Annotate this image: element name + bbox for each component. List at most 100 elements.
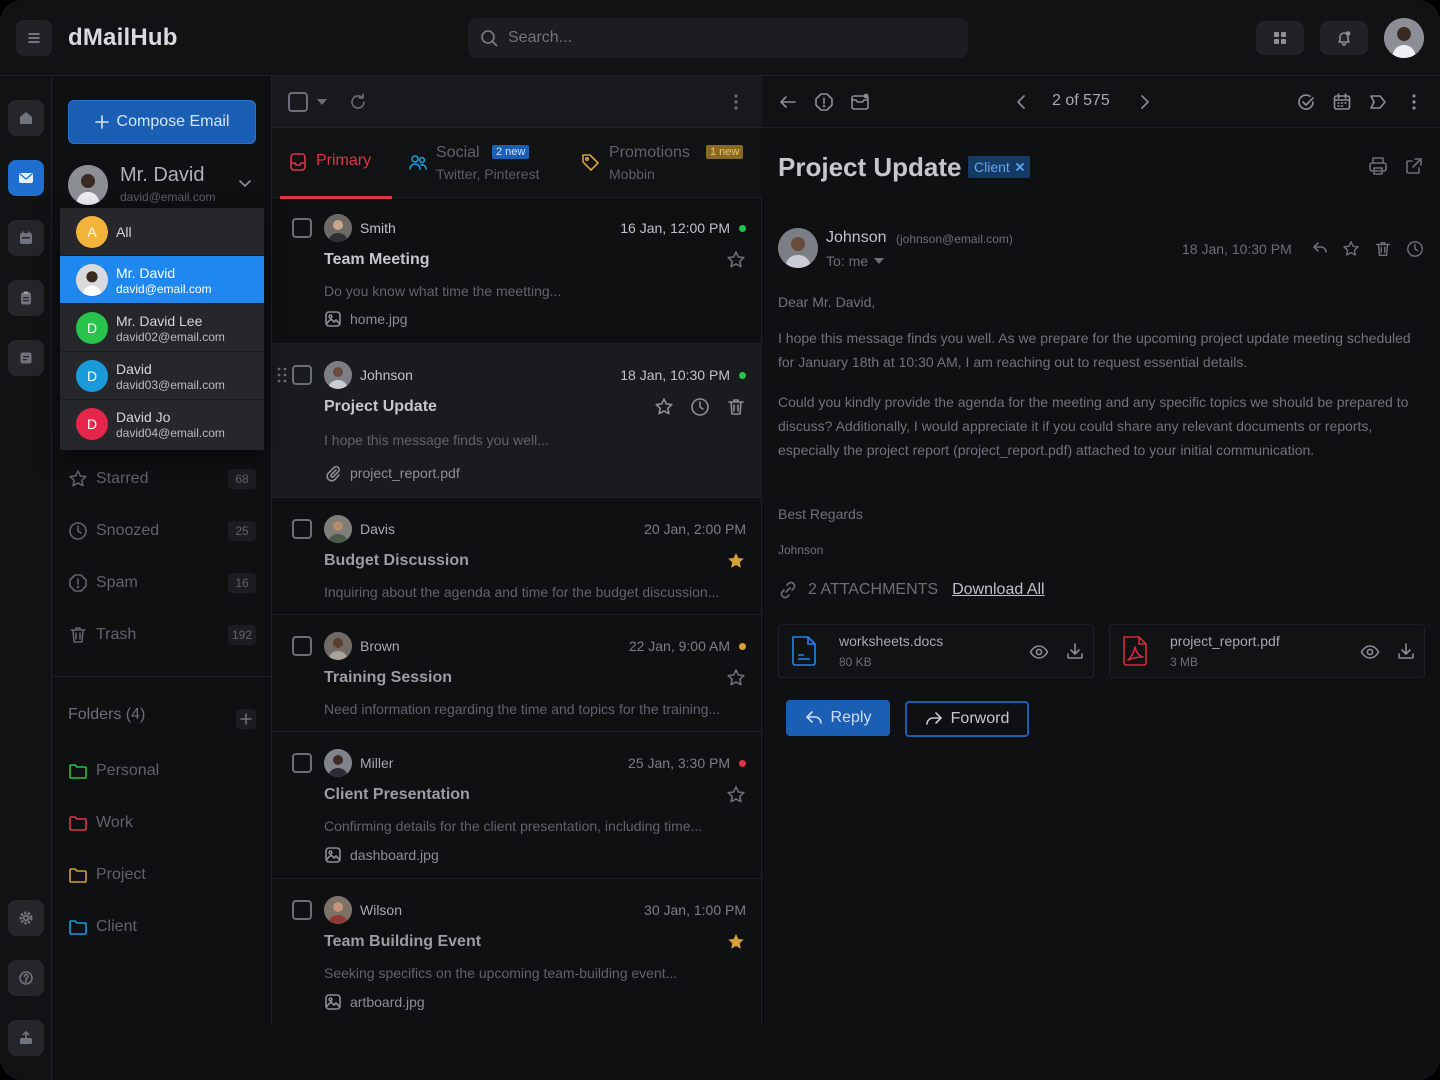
reply-icon[interactable] [1312,240,1328,256]
mail-checkbox[interactable] [292,753,312,773]
apps-button[interactable] [1256,21,1304,55]
trash-icon[interactable] [1374,240,1392,258]
rail-tasks[interactable] [8,280,44,316]
label-icon[interactable] [1368,92,1388,112]
nav-snoozed[interactable]: Snoozed 25 [68,516,258,546]
account-option[interactable]: D David david03@email.com [60,352,264,400]
download-icon[interactable] [1396,641,1416,661]
tab-sublabel: Mobbin [609,166,655,182]
mail-attachment[interactable]: artboard.jpg [324,993,425,1011]
email-date: 18 Jan, 10:30 PM [1182,241,1292,257]
back-arrow-icon[interactable] [778,92,798,112]
download-all-link[interactable]: Download All [952,581,1045,599]
rail-calendar[interactable] [8,220,44,256]
rail-help[interactable] [8,960,44,996]
caret-down-icon[interactable] [316,98,328,106]
mark-done-icon[interactable] [1296,92,1316,112]
rail-home[interactable] [8,100,44,136]
more-vertical-icon[interactable] [734,92,738,112]
eye-icon[interactable] [1360,642,1380,662]
chevron-left-icon[interactable] [1012,92,1032,112]
star-icon[interactable] [726,250,746,270]
nav-trash[interactable]: Trash 192 [68,620,258,650]
mail-attachment[interactable]: dashboard.jpg [324,846,439,864]
sidebar: Compose Email Mr. David david@email.com … [52,76,272,1024]
chevron-right-icon[interactable] [1134,92,1154,112]
reply-button[interactable]: Reply [786,700,890,736]
print-icon[interactable] [1368,156,1388,176]
mark-unread-icon[interactable] [850,92,870,112]
star-filled-icon[interactable] [726,551,746,571]
attachment-card[interactable]: project_report.pdf 3 MB [1109,624,1425,678]
user-avatar[interactable] [1384,18,1424,58]
star-icon[interactable] [726,785,746,805]
menu-button[interactable] [16,20,52,56]
folder-project[interactable]: Project [68,860,258,890]
report-spam-icon[interactable] [814,92,834,112]
close-icon[interactable] [1015,163,1024,171]
star-icon[interactable] [1342,240,1360,258]
mail-item[interactable]: Smith 16 Jan, 12:00 PM Team Meeting Do y… [272,198,762,344]
mail-checkbox[interactable] [292,900,312,920]
nav-spam[interactable]: Spam 16 [68,568,258,598]
rail-notes[interactable] [8,340,44,376]
recipient-label: To: me [826,253,869,269]
search-input[interactable] [508,29,948,47]
trash-icon[interactable] [726,397,746,417]
eye-icon[interactable] [1029,642,1049,662]
mail-item[interactable]: Wilson 30 Jan, 1:00 PM Team Building Eve… [272,879,762,1024]
open-external-icon[interactable] [1404,156,1424,176]
rail-share[interactable] [8,1020,44,1056]
nav-starred[interactable]: Starred 68 [68,464,258,494]
star-icon[interactable] [726,668,746,688]
account-option[interactable]: D Mr. David Lee david02@email.com [60,304,264,352]
rail-settings[interactable] [8,900,44,936]
mail-item[interactable]: Brown 22 Jan, 9:00 AM Training Session N… [272,615,762,732]
folder-work[interactable]: Work [68,808,258,838]
email-closing: Best Regards [778,506,863,522]
mail-subject: Budget Discussion [324,552,469,569]
forward-button[interactable]: Forword [905,701,1029,737]
rail-mail[interactable] [8,160,44,196]
mail-item-selected[interactable]: Johnson 18 Jan, 10:30 PM Project Update … [272,344,762,498]
compose-button[interactable]: Compose Email [68,100,256,144]
notifications-button[interactable] [1320,21,1368,55]
mail-attachment[interactable]: project_report.pdf [324,464,460,482]
mail-sender: Davis [360,521,396,537]
tab-social[interactable]: Social Twitter, Pinterest 2 new [408,128,568,198]
account-switcher[interactable]: Mr. David david@email.com [68,164,268,208]
refresh-icon[interactable] [348,92,368,112]
mail-checkbox[interactable] [292,365,312,385]
calendar-icon[interactable] [1332,92,1352,112]
mail-checkbox[interactable] [292,218,312,238]
add-folder-button[interactable] [236,709,256,729]
attachment-card[interactable]: worksheets.docs 80 KB [778,624,1094,678]
search-bar[interactable] [468,18,968,58]
select-all-checkbox[interactable] [288,92,308,112]
person-avatar-icon [76,264,108,296]
recipient-selector[interactable]: To: me [826,253,885,269]
folder-client[interactable]: Client [68,912,258,942]
link-icon [780,581,796,599]
clock-icon [69,522,87,540]
star-icon[interactable] [654,397,674,417]
mail-item[interactable]: Davis 20 Jan, 2:00 PM Budget Discussion … [272,498,762,615]
account-option[interactable]: D David Jo david04@email.com [60,400,264,448]
clock-icon[interactable] [1406,240,1424,258]
snooze-clock-icon[interactable] [690,397,710,417]
download-icon[interactable] [1065,641,1085,661]
mail-checkbox[interactable] [292,636,312,656]
account-option-selected[interactable]: Mr. David david@email.com [60,256,264,304]
tab-promotions[interactable]: Promotions Mobbin 1 new [580,128,750,198]
plus-icon [240,713,252,725]
drag-handle-icon[interactable] [277,367,287,383]
more-vertical-icon[interactable] [1412,92,1416,112]
account-option-all[interactable]: A All [60,208,264,256]
tab-primary[interactable]: Primary [272,128,398,199]
account-option-badge: D [76,408,108,440]
mail-item[interactable]: Miller 25 Jan, 3:30 PM Client Presentati… [272,732,762,879]
star-filled-icon[interactable] [726,932,746,952]
mail-attachment[interactable]: home.jpg [324,310,408,328]
mail-checkbox[interactable] [292,519,312,539]
folder-personal[interactable]: Personal [68,756,258,786]
